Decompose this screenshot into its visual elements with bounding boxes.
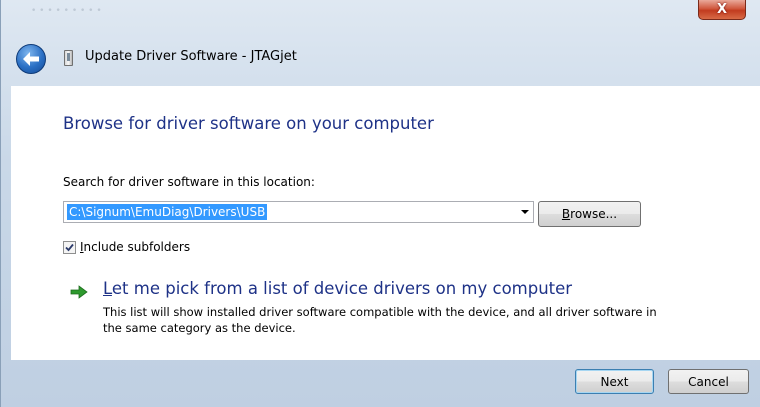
include-subfolders-checkbox[interactable]	[63, 241, 76, 254]
window-title: Update Driver Software - JTAGjet	[85, 49, 297, 64]
pick-driver-list-link[interactable]: Let me pick from a list of device driver…	[103, 279, 572, 298]
close-icon: X	[716, 2, 728, 17]
browse-button-mnemonic: B	[561, 207, 571, 221]
close-button[interactable]: X	[698, 0, 746, 20]
browse-button[interactable]: Browse...	[538, 201, 641, 227]
next-button[interactable]: Next	[575, 369, 654, 394]
pick-option-description: This list will show installed driver sof…	[103, 305, 657, 335]
page-heading: Browse for driver software on your compu…	[63, 114, 434, 133]
chevron-down-icon[interactable]	[521, 210, 529, 214]
back-button[interactable]	[16, 44, 46, 74]
include-subfolders-label[interactable]: Include subfolders	[80, 240, 190, 254]
include-subfolders-text: nclude subfolders	[83, 240, 191, 254]
blurred-caption: • • • • • • • • •	[31, 6, 102, 16]
pick-link-text: et me pick from a list of device drivers…	[111, 279, 573, 298]
browse-button-label: rowse...	[570, 207, 618, 221]
driver-path-value[interactable]: C:\Signum\EmuDiag\Drivers\USB	[67, 204, 268, 220]
pick-link-mnemonic: L	[103, 279, 112, 298]
green-arrow-icon	[70, 285, 88, 299]
dialog-window: • • • • • • • • • X Update Driver Softwa…	[0, 0, 760, 407]
content-panel: Browse for driver software on your compu…	[11, 86, 760, 360]
search-location-label: Search for driver software in this locat…	[63, 175, 315, 189]
cancel-button[interactable]: Cancel	[668, 369, 749, 394]
back-arrow-icon	[23, 52, 39, 66]
checkmark-icon	[65, 243, 74, 252]
driver-path-combobox[interactable]: C:\Signum\EmuDiag\Drivers\USB	[63, 201, 534, 223]
usb-device-icon	[64, 50, 73, 66]
